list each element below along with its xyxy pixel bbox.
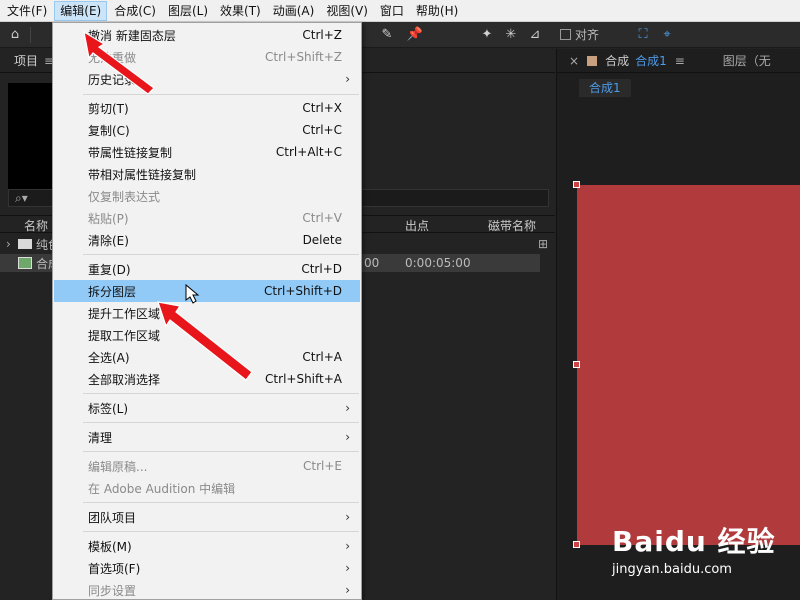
annotation-arrows bbox=[83, 30, 253, 381]
arrow-to-split-layer bbox=[157, 301, 253, 381]
arrow-to-undo bbox=[83, 30, 155, 95]
watermark-brand: Baidu 经验 bbox=[612, 525, 776, 558]
watermark-url: jingyan.baidu.com bbox=[612, 562, 732, 577]
baidu-watermark: Baidu 经验 jingyan.baidu.com bbox=[612, 520, 776, 577]
cursor-icon bbox=[185, 283, 200, 304]
